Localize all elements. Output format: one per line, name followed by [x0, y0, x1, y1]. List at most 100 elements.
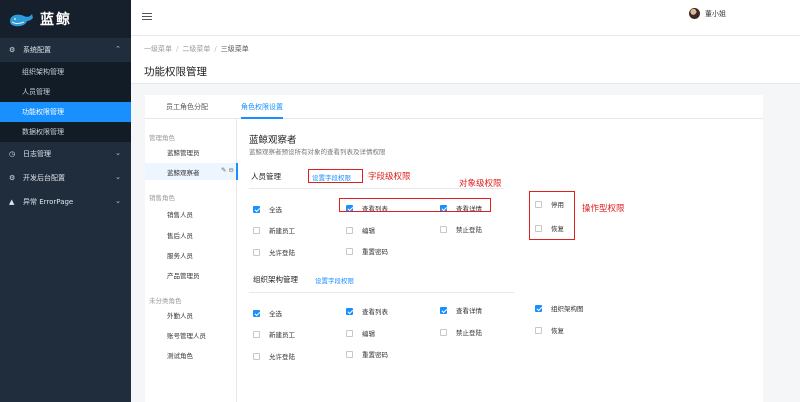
sidebar-item-function-permission[interactable]: 功能权限管理	[0, 102, 131, 122]
permission-label: 允许登陆	[269, 353, 295, 361]
annotation-box-object-level	[339, 198, 491, 212]
role-item[interactable]: 售后人员	[167, 230, 193, 240]
checkbox[interactable]	[535, 326, 542, 334]
annotation-object-level: 对象级权限	[459, 179, 502, 189]
role-item[interactable]: 蓝鲸观察者	[167, 167, 200, 177]
chevron-down-icon: ⌄	[115, 173, 121, 181]
checkbox[interactable]	[253, 226, 260, 234]
breadcrumb-separator: /	[176, 45, 179, 53]
checkbox[interactable]	[440, 225, 447, 233]
sidebar: 蓝鲸 ⚙ 系统配置 ⌃ 组织架构管理 人员管理 功能权限管理 数据权限管理 ◷ …	[0, 0, 131, 402]
permission-label: 新建员工	[269, 331, 295, 339]
tab-employee-role-assign[interactable]: 员工角色分配	[166, 95, 208, 119]
permission-item[interactable]: 禁止登陆	[440, 327, 482, 337]
checkbox[interactable]	[346, 350, 353, 358]
role-item[interactable]: 测试角色	[167, 350, 193, 360]
sidebar-item-label: 功能权限管理	[22, 108, 64, 116]
section-title-personnel: 人员管理	[251, 172, 281, 181]
permission-item[interactable]: 查看列表	[346, 306, 388, 316]
annotation-field-level: 字段级权限	[368, 172, 411, 182]
nav-group-label: 开发后台配置	[23, 174, 65, 182]
checkbox[interactable]	[253, 352, 260, 360]
permission-item[interactable]: 编辑	[346, 328, 375, 338]
tab-bar: 员工角色分配 角色权限设置	[145, 95, 763, 119]
section-title-org-structure: 组织架构管理	[253, 275, 298, 284]
permission-label: 编辑	[362, 330, 375, 338]
permission-item[interactable]: 全选	[253, 308, 282, 318]
remove-icon[interactable]: ⊖	[229, 166, 234, 174]
warning-icon: ▲	[9, 198, 15, 206]
edit-icon[interactable]: ✎	[221, 166, 226, 174]
gear-icon: ⚙	[9, 174, 16, 182]
role-item[interactable]: 产品管理员	[167, 270, 200, 280]
permission-item[interactable]: 禁止登陆	[440, 224, 482, 234]
role-item[interactable]: 蓝鲸管理员	[167, 147, 200, 157]
permission-label: 重置密码	[362, 248, 388, 256]
tab-role-permission-settings[interactable]: 角色权限设置	[241, 95, 283, 119]
permission-label: 禁止登陆	[456, 226, 482, 234]
user-name: 董小姐	[705, 9, 726, 18]
nav-group-log[interactable]: ◷ 日志管理 ⌄	[0, 142, 131, 166]
checkbox[interactable]	[346, 307, 353, 315]
permission-item[interactable]: 重置密码	[346, 349, 388, 359]
sidebar-item-org-structure[interactable]: 组织架构管理	[0, 62, 131, 82]
breadcrumb-item[interactable]: 二级菜单	[182, 45, 210, 53]
checkbox[interactable]	[346, 247, 353, 255]
nav-group-label: 异常 ErrorPage	[23, 198, 74, 206]
permission-item[interactable]: 新建员工	[253, 225, 295, 235]
gear-icon: ⚙	[9, 46, 16, 54]
checkbox[interactable]	[440, 306, 447, 314]
permission-label: 新建员工	[269, 227, 295, 235]
avatar	[689, 8, 700, 19]
permission-label: 组织架构图	[551, 305, 584, 313]
permission-label: 禁止登陆	[456, 329, 482, 337]
annotation-box-operation-level	[529, 191, 575, 240]
sidebar-item-personnel[interactable]: 人员管理	[0, 82, 131, 102]
permission-label: 全选	[269, 310, 282, 318]
annotation-box-field-level	[308, 169, 363, 183]
active-indicator	[236, 163, 238, 180]
chevron-down-icon: ⌄	[115, 149, 121, 157]
submenu-system-config: 组织架构管理 人员管理 功能权限管理 数据权限管理	[0, 62, 131, 142]
page-title: 功能权限管理	[144, 66, 207, 78]
role-item[interactable]: 外勤人员	[167, 310, 193, 320]
permission-item[interactable]: 允许登陆	[253, 351, 295, 361]
permission-item[interactable]: 恢复	[535, 325, 564, 335]
checkbox[interactable]	[253, 205, 260, 213]
checkbox[interactable]	[346, 226, 353, 234]
role-detail-title: 蓝鲸观察者	[249, 135, 297, 146]
set-field-permission-link[interactable]: 设置字段权限	[315, 275, 354, 285]
nav-group-error-page[interactable]: ▲ 异常 ErrorPage ⌄	[0, 190, 131, 214]
role-item[interactable]: 账号管理人员	[167, 330, 206, 340]
permission-label: 允许登陆	[269, 249, 295, 257]
role-item[interactable]: 服务人员	[167, 250, 193, 260]
permission-label: 恢复	[551, 327, 564, 335]
permission-item[interactable]: 重置密码	[346, 246, 388, 256]
permission-item[interactable]: 新建员工	[253, 329, 295, 339]
checkbox[interactable]	[253, 248, 260, 256]
checkbox[interactable]	[346, 329, 353, 337]
permission-item[interactable]: 组织架构图	[535, 303, 584, 313]
hamburger-menu-icon[interactable]	[142, 13, 152, 21]
checkbox[interactable]	[440, 328, 447, 336]
role-item[interactable]: 销售人员	[167, 209, 193, 219]
role-list: 管理角色 蓝鲸管理员 蓝鲸观察者 ✎ ⊖ 销售角色 销售人员 售后人员 服务人员…	[145, 119, 238, 402]
nav-group-dev-config[interactable]: ⚙ 开发后台配置 ⌄	[0, 166, 131, 190]
checkbox[interactable]	[535, 304, 542, 312]
checkbox[interactable]	[253, 330, 260, 338]
clock-icon: ◷	[9, 150, 16, 158]
permission-item[interactable]: 全选	[253, 204, 282, 214]
permission-item[interactable]: 查看详情	[440, 305, 482, 315]
permission-item[interactable]: 编辑	[346, 225, 375, 235]
brand-name: 蓝鲸	[40, 12, 72, 28]
permission-item[interactable]: 允许登陆	[253, 247, 295, 257]
sidebar-item-data-permission[interactable]: 数据权限管理	[0, 122, 131, 142]
brand-logo[interactable]: 蓝鲸	[0, 0, 131, 38]
sidebar-item-label: 数据权限管理	[22, 128, 64, 136]
user-menu[interactable]: 董小姐	[689, 8, 726, 19]
breadcrumb-item[interactable]: 一级菜单	[144, 45, 172, 53]
checkbox[interactable]	[253, 309, 260, 317]
nav-group-system-config[interactable]: ⚙ 系统配置 ⌃	[0, 38, 131, 62]
permission-label: 查看列表	[362, 308, 388, 316]
breadcrumb-item-current: 三级菜单	[220, 45, 249, 53]
